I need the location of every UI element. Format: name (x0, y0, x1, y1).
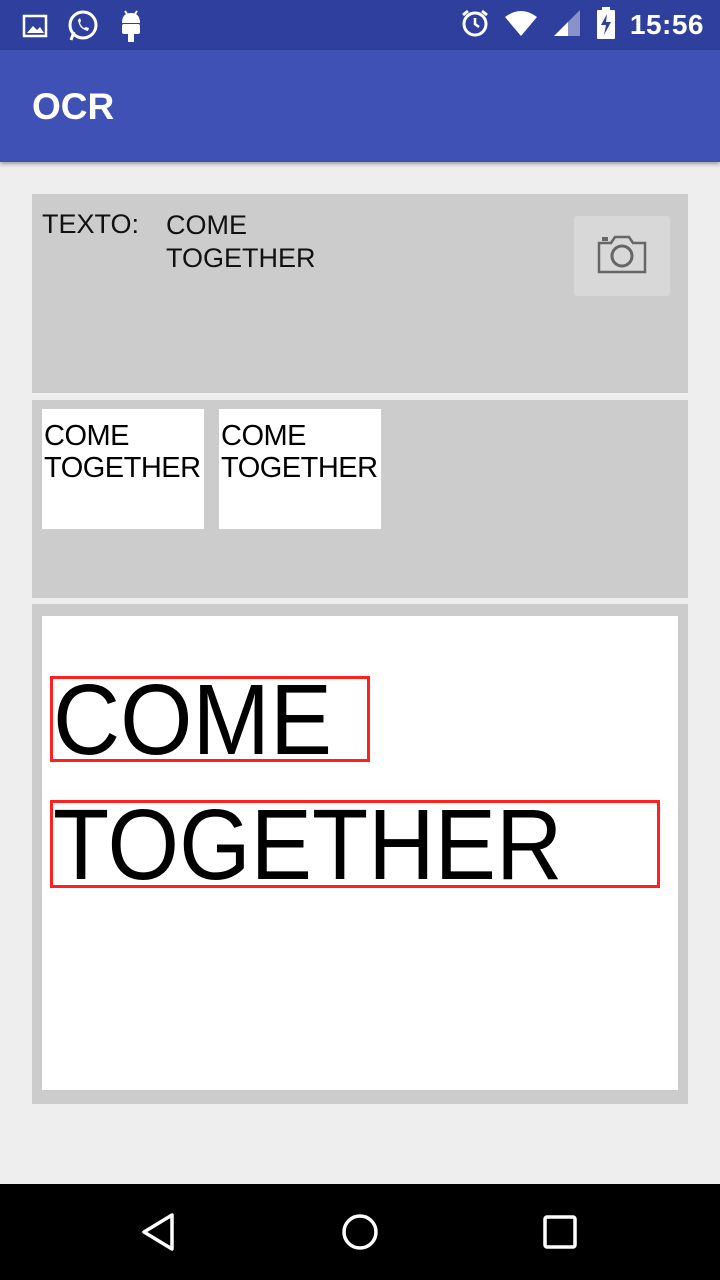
thumbnail-processed[interactable]: COME TOGETHER (219, 409, 381, 529)
recognized-text: COME TOGETHER (166, 209, 316, 275)
recognized-text-line-2: TOGETHER (166, 243, 316, 273)
recents-icon[interactable] (536, 1208, 584, 1256)
word-bounding-box: TOGETHER (50, 800, 660, 888)
thumbnail-original[interactable]: COME TOGETHER (42, 409, 204, 529)
word-bounding-box: COME (50, 676, 370, 762)
app-title: OCR (32, 86, 115, 127)
recognized-text-line-1: COME (166, 210, 247, 240)
whatsapp-icon (66, 9, 100, 48)
app-bar: OCR (0, 50, 720, 162)
navigation-bar (0, 1184, 720, 1280)
texto-label: TEXTO: (42, 209, 140, 239)
wifi-icon (504, 9, 538, 42)
thumbnails-panel: COME TOGETHER COME TOGETHER (32, 400, 688, 598)
home-icon[interactable] (336, 1208, 384, 1256)
preview-word: TOGETHER (53, 800, 563, 888)
back-icon[interactable] (136, 1208, 184, 1256)
thumbnail-text: COME TOGETHER (44, 420, 201, 484)
status-bar: 15:56 (0, 0, 720, 50)
recognized-text-panel: TEXTO: COME TOGETHER (32, 194, 688, 393)
image-preview-panel: COME TOGETHER (32, 604, 688, 1104)
thumbnail-text: COME TOGETHER (221, 420, 378, 484)
camera-icon (596, 233, 648, 280)
android-icon (118, 9, 144, 48)
alarm-icon (460, 8, 490, 43)
status-time: 15:56 (629, 9, 704, 40)
signal-icon (552, 8, 582, 43)
image-icon (22, 13, 48, 44)
ocr-image-preview: COME TOGETHER (42, 616, 678, 1090)
preview-word: COME (53, 676, 332, 762)
battery-charging-icon (596, 6, 616, 44)
camera-button[interactable] (574, 216, 670, 296)
